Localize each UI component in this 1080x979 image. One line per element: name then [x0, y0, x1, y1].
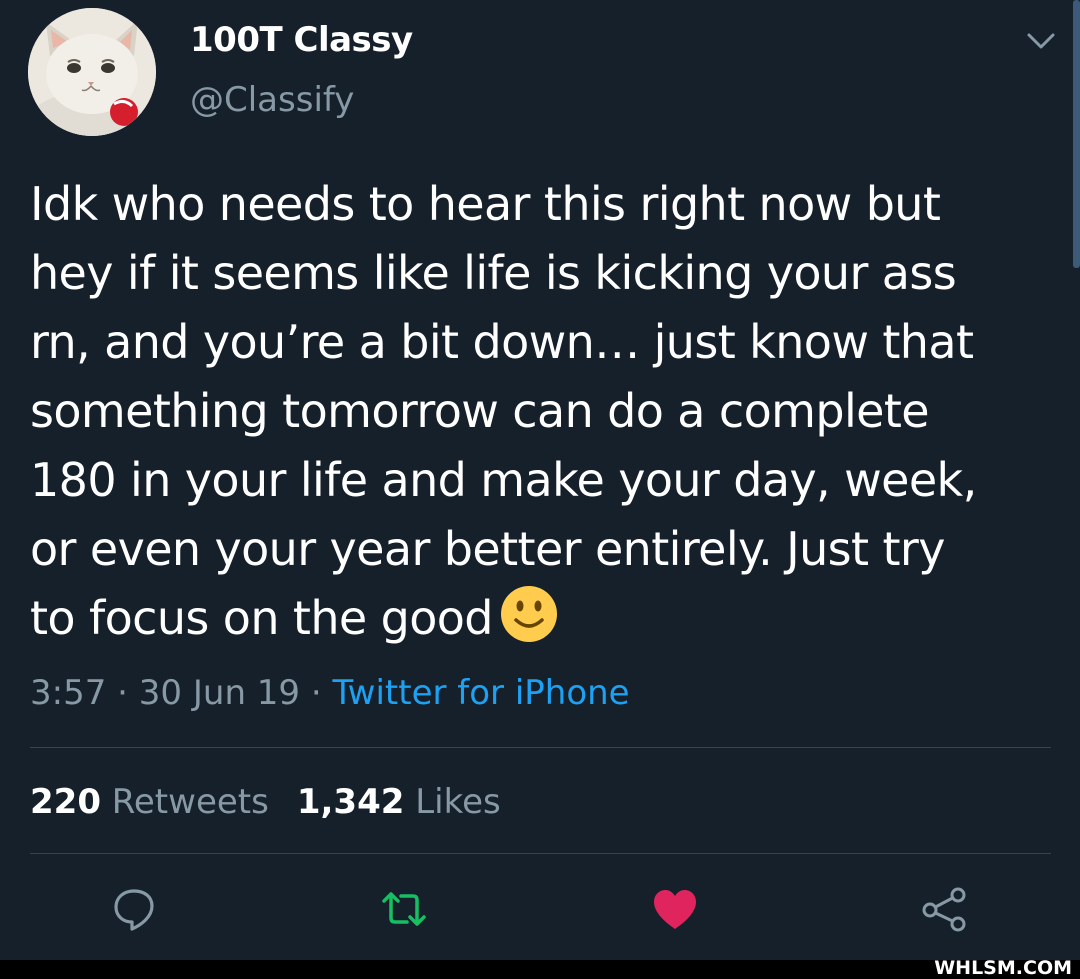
tweet-meta: 3:57 · 30 Jun 19 · Twitter for iPhone — [30, 673, 630, 713]
divider — [30, 853, 1051, 854]
tweet-time: 3:57 — [30, 673, 107, 713]
avatar[interactable] — [28, 8, 156, 136]
retweets-stat[interactable]: 220 Retweets — [30, 782, 269, 822]
tweet-detail: 100T Classy @Classify Idk who needs to h… — [0, 0, 1080, 960]
likes-stat[interactable]: 1,342 Likes — [297, 782, 501, 822]
scrollbar[interactable] — [1073, 0, 1080, 268]
heart-icon[interactable] — [651, 885, 699, 933]
tweet-text-line: something tomorrow can do a complete — [30, 384, 930, 438]
reply-icon[interactable] — [110, 885, 158, 933]
tweet-text-line: 180 in your life and make your day, week… — [30, 453, 977, 507]
tweet-stats: 220 Retweets 1,342 Likes — [30, 782, 501, 822]
chevron-down-icon[interactable] — [1026, 30, 1056, 52]
tweet-text-line: hey if it seems like life is kicking you… — [30, 246, 957, 300]
watermark: WHLSM.COM — [934, 957, 1072, 979]
likes-count: 1,342 — [296, 782, 405, 822]
meta-separator: · — [106, 673, 139, 713]
tweet-text-line: to focus on the good — [30, 591, 494, 645]
retweets-count: 220 — [30, 782, 101, 822]
tweet-text-last-line: to focus on the good — [30, 584, 1065, 653]
likes-label: Likes — [415, 782, 501, 822]
meta-separator: · — [300, 673, 333, 713]
divider — [30, 747, 1051, 748]
retweet-icon[interactable] — [380, 885, 428, 933]
tweet-text-line: Idk who needs to hear this right now but — [30, 177, 941, 231]
share-icon[interactable] — [920, 885, 968, 933]
tweet-text-line: rn, and you’re a bit down… just know tha… — [30, 315, 974, 369]
slightly-smiling-face-emoji — [500, 586, 557, 642]
footer-bar — [0, 960, 1080, 979]
author-handle[interactable]: @Classify — [190, 80, 354, 120]
tweet-source-link[interactable]: Twitter for iPhone — [333, 673, 630, 713]
cat-avatar-image — [28, 8, 156, 136]
tweet-date: 30 Jun 19 — [138, 673, 301, 713]
tweet-text: Idk who needs to hear this right now but… — [30, 170, 1065, 653]
tweet-text-line: or even your year better entirely. Just … — [30, 522, 945, 576]
author-display-name[interactable]: 100T Classy — [190, 20, 413, 60]
retweets-label: Retweets — [111, 782, 269, 822]
